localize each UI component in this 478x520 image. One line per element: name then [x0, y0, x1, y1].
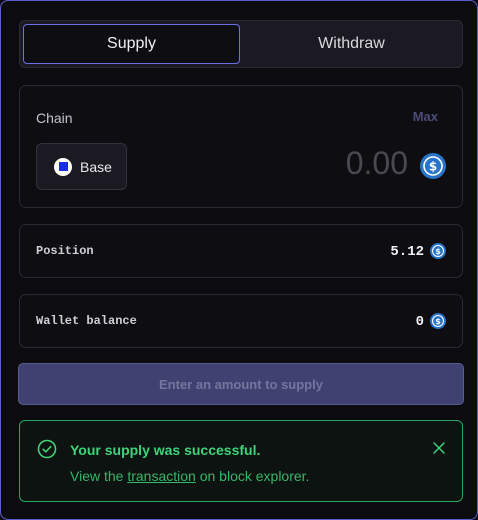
chain-label: Chain — [36, 110, 73, 126]
toast-message: View the transaction on block explorer. — [70, 468, 309, 484]
wallet-balance-label: Wallet balance — [36, 314, 137, 328]
supply-panel: Supply Withdraw Chain Max Base $ Positio… — [0, 0, 478, 520]
toast-title: Your supply was successful. — [70, 442, 261, 458]
supply-submit-button[interactable]: Enter an amount to supply — [18, 363, 464, 405]
amount-input[interactable] — [208, 146, 408, 180]
usdc-icon: $ — [430, 243, 446, 259]
position-value: 5.12 — [390, 244, 424, 260]
base-chain-icon — [54, 157, 72, 176]
position-label: Position — [36, 244, 94, 258]
toast-message-suffix: on block explorer. — [195, 468, 310, 484]
position-row: Position 5.12 $ — [19, 224, 463, 278]
svg-text:$: $ — [435, 247, 441, 256]
svg-text:$: $ — [435, 317, 441, 326]
svg-text:$: $ — [429, 160, 437, 174]
usdc-icon: $ — [430, 313, 446, 329]
chain-selector-button[interactable]: Base — [36, 143, 127, 190]
action-tabs: Supply Withdraw — [19, 20, 463, 68]
tab-supply[interactable]: Supply — [23, 24, 240, 64]
amount-card: Chain Max Base $ — [19, 85, 463, 208]
success-toast: Your supply was successful. View the tra… — [19, 420, 463, 502]
close-icon[interactable] — [433, 442, 445, 454]
usdc-icon: $ — [420, 153, 446, 179]
chain-name: Base — [80, 158, 112, 175]
transaction-link[interactable]: transaction — [127, 468, 195, 484]
toast-message-prefix: View the — [70, 468, 128, 484]
check-circle-icon — [37, 439, 57, 459]
max-button[interactable]: Max — [413, 109, 438, 124]
wallet-balance-value: 0 — [415, 314, 424, 330]
wallet-balance-row: Wallet balance 0 $ — [19, 294, 463, 348]
tab-withdraw[interactable]: Withdraw — [243, 24, 460, 64]
